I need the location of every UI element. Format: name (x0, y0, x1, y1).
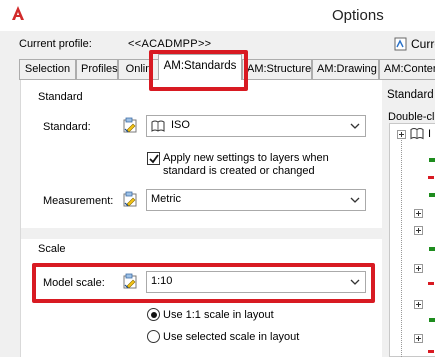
tab-selection[interactable]: Selection (19, 59, 76, 79)
standard-label: Standard: (43, 121, 91, 133)
tree-connector (401, 140, 402, 357)
tree-expand-icon[interactable] (397, 130, 406, 139)
apply-settings-checkbox[interactable] (147, 152, 160, 165)
use-1to1-scale-label: Use 1:1 scale in layout (163, 309, 274, 321)
model-scale-label: Model scale: (43, 277, 105, 289)
tab-am-drawing[interactable]: AM:Drawing (312, 59, 379, 79)
measurement-label: Measurement: (43, 195, 114, 207)
standard-dropdown[interactable]: ISO (146, 115, 366, 137)
right-panel-title: Standard (387, 89, 434, 101)
window-title: Options (332, 7, 384, 24)
tree-child-marker (428, 282, 434, 285)
model-scale-dropdown-value: 1:10 (151, 275, 173, 287)
tree-child-marker (429, 158, 435, 162)
tree-child-marker (429, 247, 435, 251)
checkmark-icon (149, 154, 159, 164)
current-profile-value: <<ACADMPP>> (128, 38, 212, 50)
measurement-dropdown-value: Metric (151, 193, 181, 205)
standard-group-title: Standard (38, 91, 83, 103)
use-selected-scale-radio[interactable] (147, 330, 160, 343)
model-scale-dropdown[interactable]: 1:10 (146, 271, 366, 293)
tree-expand-icon[interactable] (414, 226, 423, 235)
drawing-icon (394, 37, 407, 51)
tree-child-marker (429, 193, 435, 197)
measurement-doc-icon (123, 191, 137, 207)
standard-dropdown-value: ISO (171, 119, 190, 131)
tree-expand-icon[interactable] (414, 264, 423, 273)
tree-root-label: I (428, 128, 432, 140)
standard-book-icon (151, 120, 165, 132)
autocad-logo-icon[interactable] (10, 5, 26, 21)
tab-profiles[interactable]: Profiles (76, 59, 118, 79)
tree-expand-icon[interactable] (414, 209, 423, 218)
standards-doc-icon (123, 117, 137, 133)
use-1to1-scale-radio[interactable] (147, 308, 160, 321)
apply-settings-label-line2: standard is created or changed (163, 165, 315, 177)
measurement-dropdown[interactable]: Metric (146, 189, 366, 211)
group-separator (21, 228, 382, 239)
tree-expand-icon[interactable] (414, 334, 423, 343)
chevron-down-icon (350, 123, 360, 129)
chevron-down-icon (350, 279, 360, 285)
use-selected-scale-label: Use selected scale in layout (163, 331, 300, 343)
apply-settings-label-line1: Apply new settings to layers when (163, 152, 329, 164)
tab-online[interactable]: Onlin (118, 59, 159, 79)
tab-am-standards[interactable]: AM:Standards (158, 54, 242, 80)
tree-expand-icon[interactable] (414, 300, 423, 309)
model-scale-doc-icon (123, 273, 137, 289)
tree-root-book-icon (410, 128, 424, 140)
tree-child-marker (428, 176, 434, 179)
tree-child-marker (429, 318, 435, 322)
tab-am-structure[interactable]: AM:Structure (242, 59, 312, 79)
scale-group-title: Scale (38, 243, 66, 255)
current-drawing-label: Curre (411, 37, 435, 51)
tab-am-content[interactable]: AM:Conten (379, 59, 435, 79)
tree-child-marker (428, 350, 434, 353)
right-panel-hint: Double-cli (388, 111, 435, 123)
chevron-down-icon (350, 197, 360, 203)
current-profile-label: Current profile: (19, 38, 92, 50)
